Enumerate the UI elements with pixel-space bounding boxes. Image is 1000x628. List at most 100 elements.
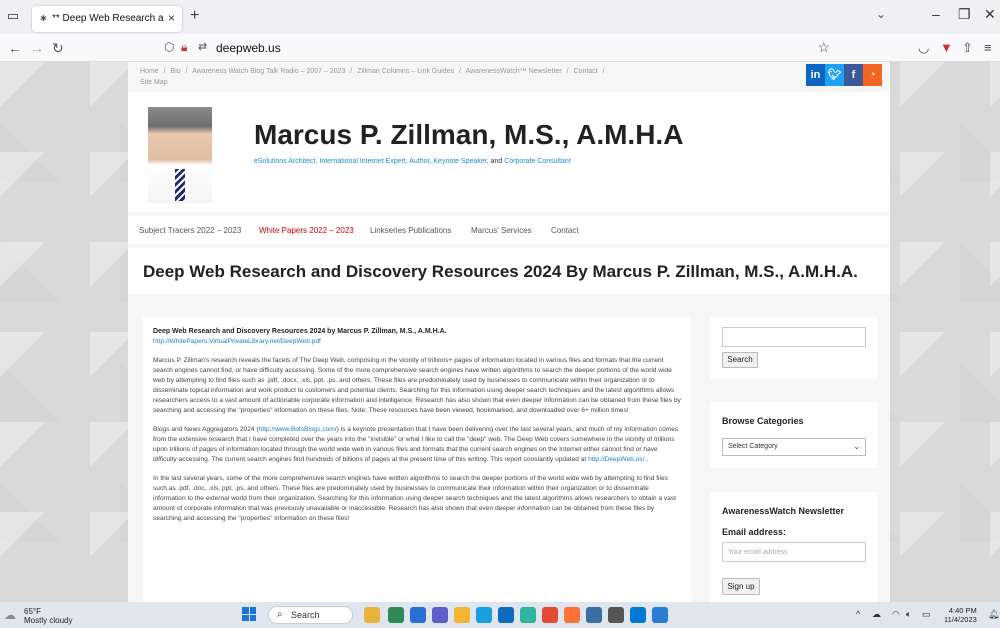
notification-icon[interactable]: 🔔︎: [988, 609, 999, 620]
crumb-newsletter[interactable]: AwarenessWatch™ Newsletter: [466, 68, 562, 75]
category-select[interactable]: Select Category ⌄: [722, 438, 866, 456]
search-widget: Search: [710, 317, 878, 379]
menu-icon[interactable]: ≡: [984, 40, 992, 55]
chrome-icon[interactable]: [542, 607, 558, 623]
categories-title: Browse Categories: [722, 416, 804, 426]
browser-nav-bar: ← → ↻ ⬡ 🔒︎ ⇄ deepweb.us ☆ ◡ ▼ ⇧ ≡: [0, 34, 1000, 62]
app-icon[interactable]: [586, 607, 602, 623]
lock-icon[interactable]: 🔒︎: [181, 40, 187, 55]
bookmark-star-icon[interactable]: ☆: [817, 39, 830, 56]
permissions-icon[interactable]: ⇄: [198, 40, 207, 53]
crumb-sitemap[interactable]: Site Map: [140, 79, 168, 86]
tab-title: ** Deep Web Research and Discove: [52, 13, 164, 24]
weather-widget[interactable]: 65°F Mostly cloudy: [24, 607, 72, 625]
edge-icon[interactable]: [476, 607, 492, 623]
dell-icon[interactable]: [608, 607, 624, 623]
share-icon[interactable]: ⇧: [962, 40, 973, 56]
extension-icon[interactable]: ▼: [940, 40, 953, 55]
address-bar[interactable]: ⬡ 🔒︎ ⇄ deepweb.us ☆: [150, 37, 842, 59]
battery-icon[interactable]: ▭: [922, 609, 931, 620]
crumb-contact[interactable]: Contact: [574, 68, 598, 75]
forward-icon[interactable]: →: [30, 40, 44, 56]
reload-icon[interactable]: ↻: [52, 40, 64, 57]
linkedin-icon[interactable]: in: [806, 64, 825, 86]
crumb-separator: /: [350, 68, 353, 75]
site-header: Marcus P. Zillman, M.S., A.M.H.A eSoluti…: [128, 92, 890, 212]
outlook-icon[interactable]: [630, 607, 646, 623]
start-icon[interactable]: [242, 607, 256, 621]
volume-icon[interactable]: 🔈︎: [906, 609, 911, 620]
taskbar-search-label: Search: [291, 610, 320, 620]
search-button[interactable]: Search: [722, 352, 758, 368]
crumb-radio[interactable]: Awareness Watch Blog Talk Radio – 2007 –…: [192, 68, 345, 75]
store-icon[interactable]: [498, 607, 514, 623]
categories-widget: Browse Categories Select Category ⌄: [710, 402, 878, 468]
chevron-up-icon[interactable]: ^: [856, 609, 860, 619]
chevron-down-icon[interactable]: ⌄: [876, 7, 886, 21]
menu-item-subject-tracers[interactable]: Subject Tracers 2022 – 2023: [139, 226, 241, 235]
url-text[interactable]: deepweb.us: [216, 41, 281, 55]
tab-list-icon[interactable]: ▭: [6, 9, 20, 23]
crumb-separator: /: [602, 68, 605, 75]
taskbar-search[interactable]: ⌕ Search: [268, 606, 353, 624]
clock[interactable]: 4:40 PM 11/4/2023: [944, 606, 977, 624]
article-paragraph: Marcus P. Zillman's research reveals the…: [153, 357, 681, 414]
crumb-home[interactable]: Home: [140, 68, 159, 75]
signup-button[interactable]: Sign up: [722, 578, 760, 595]
tagline-link-roles[interactable]: eSolutions Architect, International Inte…: [254, 158, 489, 165]
page-title: Deep Web Research and Discovery Resource…: [143, 262, 858, 281]
botsblogs-link[interactable]: http://www.BotsBlogs.com/: [259, 426, 337, 433]
browser-tab[interactable]: ✱ ** Deep Web Research and Discove ×: [32, 6, 182, 32]
article-heading: Deep Web Research and Discovery Resource…: [153, 328, 447, 335]
facebook-icon[interactable]: f: [844, 64, 863, 86]
new-tab-icon[interactable]: +: [190, 7, 199, 25]
email-field[interactable]: Your email address: [722, 542, 866, 562]
cloud-icon[interactable]: ☁: [4, 608, 16, 622]
rss-icon[interactable]: ◔: [863, 64, 882, 86]
firefox-icon[interactable]: [564, 607, 580, 623]
folder-icon[interactable]: [454, 607, 470, 623]
pdf-link[interactable]: http://WhitePapers.VirtualPrivateLibrary…: [153, 338, 321, 345]
app-icon[interactable]: [520, 607, 536, 623]
app-icon[interactable]: [388, 607, 404, 623]
weather-desc: Mostly cloudy: [24, 616, 73, 625]
app-icon[interactable]: [410, 607, 426, 623]
breadcrumb: Home / Bio / Awareness Watch Blog Talk R…: [140, 66, 660, 88]
menu-item-services[interactable]: Marcus' Services: [471, 226, 532, 235]
tagline-link-consultant[interactable]: Corporate Consultant: [504, 158, 571, 165]
restore-icon[interactable]: ❐: [958, 6, 971, 23]
deepweb-link[interactable]: http://DeepWeb.us/: [588, 456, 644, 463]
site-title[interactable]: Marcus P. Zillman, M.S., A.M.H.A: [254, 119, 683, 151]
crumb-separator: /: [163, 68, 166, 75]
twitter-icon[interactable]: 🐦︎: [825, 64, 844, 86]
menu-item-contact[interactable]: Contact: [551, 226, 579, 235]
menu-item-white-papers[interactable]: White Papers 2022 – 2023: [259, 226, 354, 235]
main-menu: Subject Tracers 2022 – 2023 White Papers…: [128, 216, 890, 244]
crumb-separator: /: [459, 68, 461, 75]
menu-item-linkseries[interactable]: Linkseries Publications: [370, 226, 451, 235]
social-links: in 🐦︎ f ◔: [806, 64, 882, 86]
paragraph-text: Blogs and News Aggregators 2024 (: [153, 426, 259, 433]
pocket-icon[interactable]: ◡: [918, 40, 929, 56]
email-label: Email address:: [722, 527, 787, 537]
wifi-icon[interactable]: ◠: [892, 609, 900, 620]
crumb-separator: /: [185, 68, 188, 75]
close-tab-icon[interactable]: ×: [168, 11, 175, 25]
todo-icon[interactable]: [652, 607, 668, 623]
shield-icon[interactable]: ⬡: [164, 40, 174, 54]
app-icon[interactable]: [364, 607, 380, 623]
cloud-tray-icon[interactable]: ☁: [872, 609, 881, 620]
close-window-icon[interactable]: ✕: [984, 6, 996, 23]
chevron-down-icon: ⌄: [853, 442, 860, 451]
crumb-bio[interactable]: Bio: [171, 68, 181, 75]
taskbar: ☁ 65°F Mostly cloudy ⌕ Search ^ ☁ ◠ 🔈︎ ▭…: [0, 602, 1000, 628]
search-input[interactable]: [722, 327, 866, 347]
page-heading-box: Deep Web Research and Discovery Resource…: [128, 248, 890, 294]
crumb-columns[interactable]: Zillman Columns – Link Guides: [357, 68, 454, 75]
teams-icon[interactable]: [432, 607, 448, 623]
minimize-icon[interactable]: –: [932, 6, 940, 22]
back-icon[interactable]: ←: [8, 40, 22, 56]
page-container: Home / Bio / Awareness Watch Blog Talk R…: [128, 62, 890, 602]
clock-time: 4:40 PM: [948, 606, 977, 615]
newsletter-widget: AwarenessWatch Newsletter Email address:…: [710, 492, 878, 602]
